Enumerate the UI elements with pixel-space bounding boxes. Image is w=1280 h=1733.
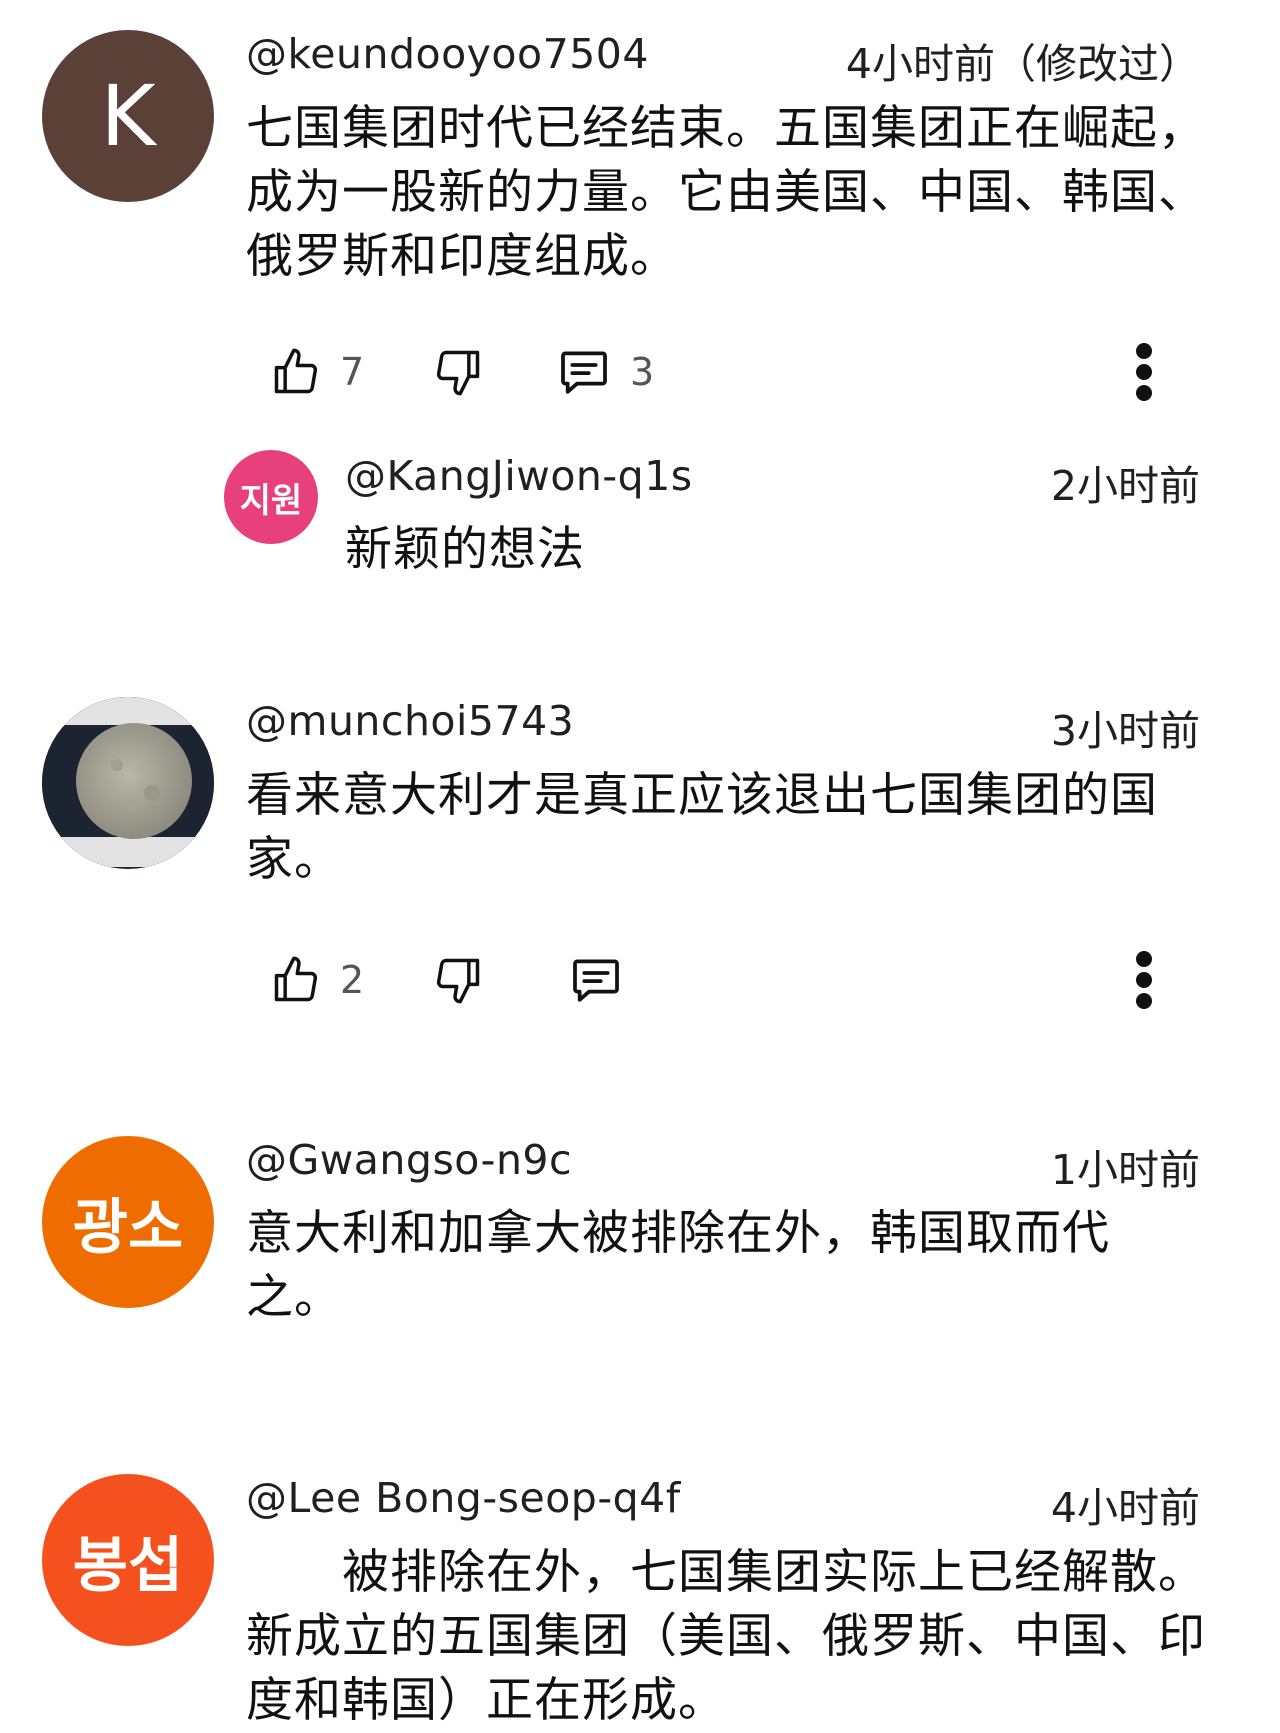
comment-text: 意大利和加拿大被排除在外，韩国取而代之。 (246, 1206, 1110, 1325)
comment-actions: 7 3 (270, 337, 1170, 407)
avatar[interactable]: K (42, 30, 214, 202)
dislike-button[interactable] (432, 337, 484, 407)
reply-count: 3 (630, 350, 655, 394)
comment-icon (556, 344, 612, 400)
comment-timestamp: 4小时前（修改过） (845, 40, 1200, 88)
thumbs-down-icon (432, 345, 484, 399)
reply-author[interactable]: @KangJiwon-q1s (345, 452, 693, 500)
comment-text: 看来意大利才是真正应该退出七国集团的国家。 (246, 768, 1158, 887)
thumbs-up-icon (270, 345, 322, 399)
more-options-icon[interactable] (1132, 337, 1156, 407)
avatar[interactable] (42, 697, 214, 869)
reply-text: 新颖的想法 (345, 522, 585, 577)
like-count: 7 (340, 350, 365, 394)
comment-author[interactable]: @Lee Bong-seop-q4f (246, 1474, 681, 1522)
comment-timestamp: 4小时前 (1050, 1484, 1200, 1532)
reply-button[interactable] (568, 945, 624, 1015)
moon-photo-icon (42, 697, 214, 869)
avatar[interactable]: 광소 (42, 1136, 214, 1308)
avatar-initial: 봉섭 (72, 1530, 184, 1601)
comment-text: 被排除在外，七国集团实际上已经解散。新成立的五国集团（美国、俄罗斯、中国、印度和… (246, 1545, 1206, 1728)
comment-author[interactable]: @Gwangso-n9c (246, 1136, 572, 1184)
dislike-button[interactable] (432, 945, 484, 1015)
avatar[interactable]: 봉섭 (42, 1474, 214, 1646)
thumbs-down-icon (432, 953, 484, 1007)
comment-actions: 2 (270, 945, 1170, 1015)
reply-timestamp: 2小时前 (1050, 462, 1200, 510)
like-button[interactable]: 2 (270, 945, 364, 1015)
reply-avatar[interactable]: 지원 (224, 450, 318, 544)
reply-button[interactable]: 3 (556, 337, 654, 407)
avatar-initial: 광소 (72, 1192, 184, 1263)
comment-icon (568, 952, 624, 1008)
comment-timestamp: 1小时前 (1050, 1146, 1200, 1194)
comment-text: 七国集团时代已经结束。五国集团正在崛起，成为一股新的力量。它由美国、中国、韩国、… (246, 101, 1206, 284)
comment-author[interactable]: @keundooyoo7504 (246, 30, 649, 78)
thumbs-up-icon (270, 953, 322, 1007)
more-options-icon[interactable] (1132, 945, 1156, 1015)
comment-author[interactable]: @munchoi5743 (246, 697, 574, 745)
comment-timestamp: 3小时前 (1050, 707, 1200, 755)
like-count: 2 (340, 958, 365, 1002)
avatar-initial: K (100, 67, 156, 165)
avatar-initial: 지원 (239, 480, 303, 521)
like-button[interactable]: 7 (270, 337, 364, 407)
